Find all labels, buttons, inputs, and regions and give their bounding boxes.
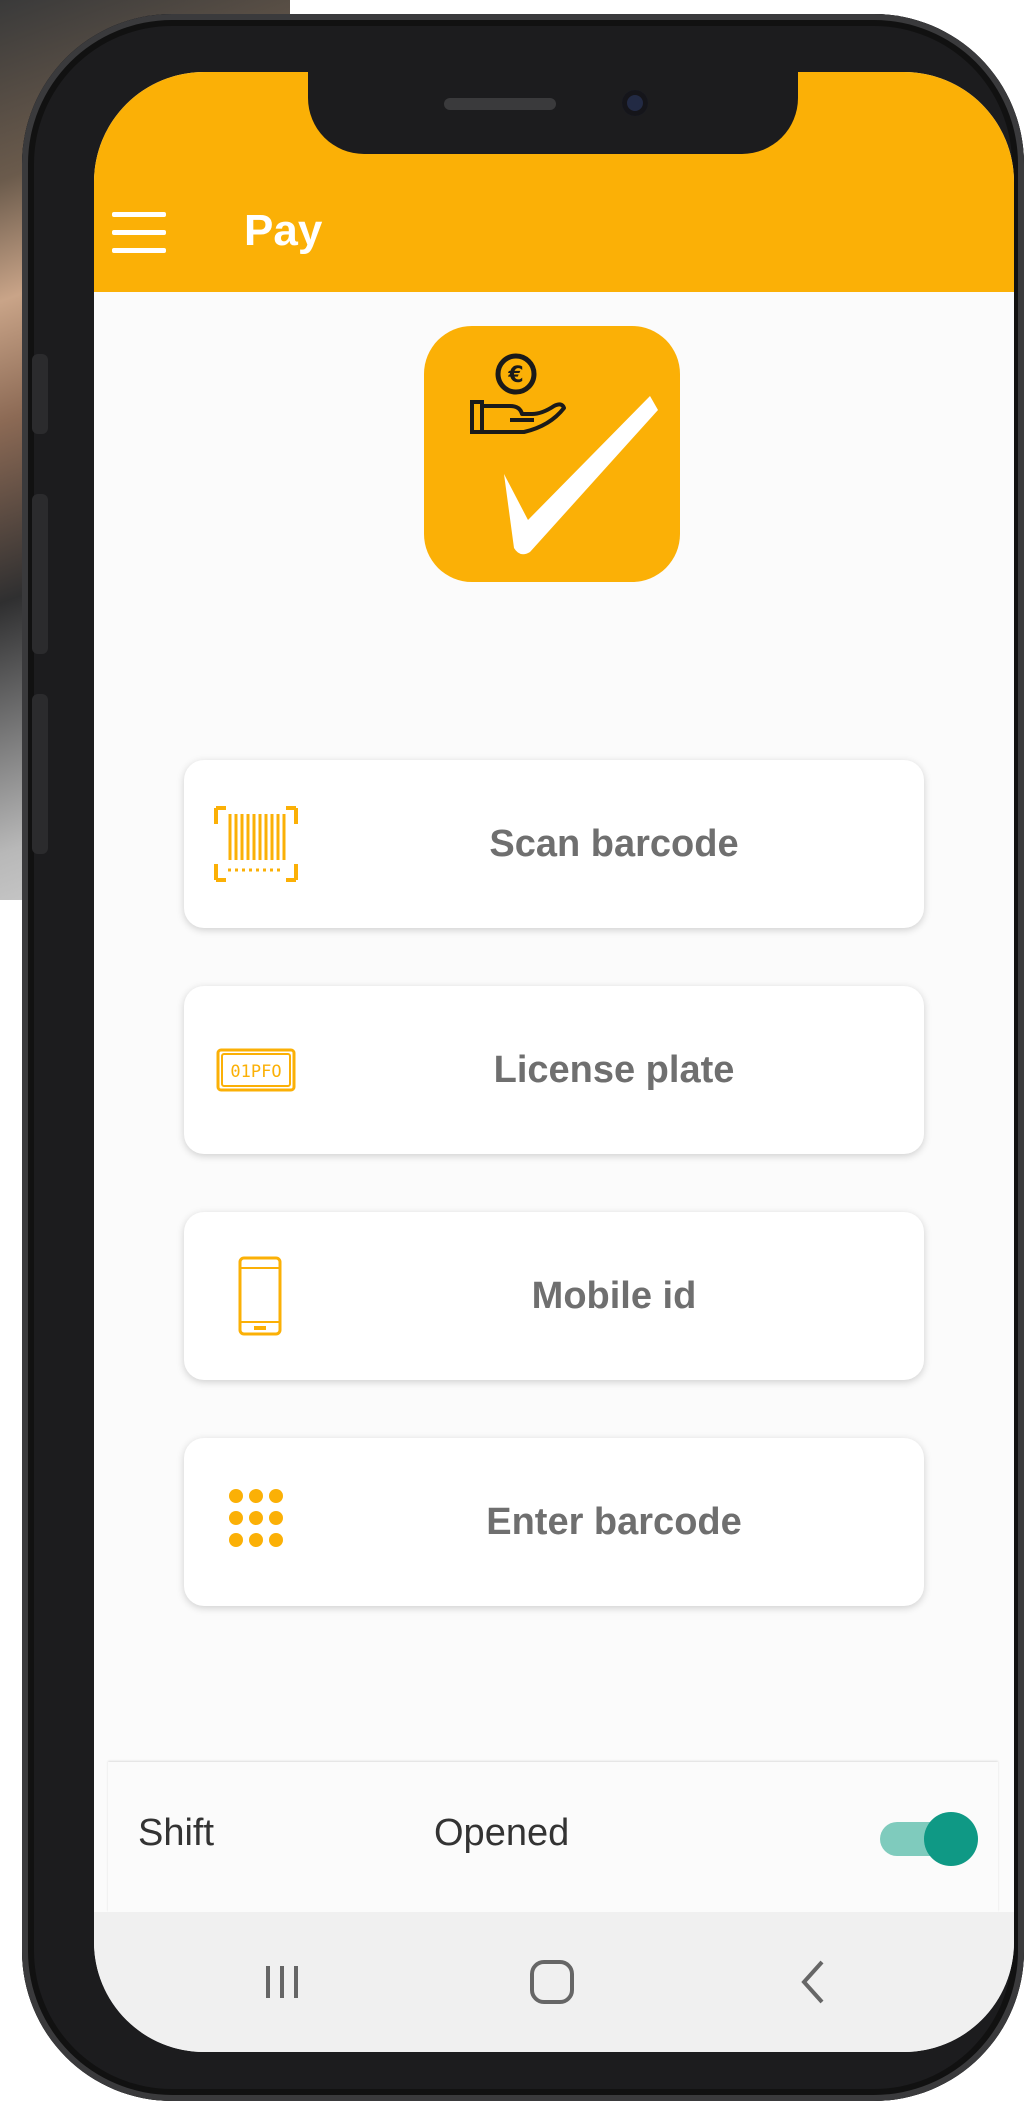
license-plate-text: 01PFO [230, 1062, 281, 1082]
phone-side-button [32, 354, 48, 434]
enter-barcode-button[interactable]: Enter barcode [184, 1438, 924, 1606]
back-button[interactable] [784, 1952, 844, 2012]
mobile-id-label: Mobile id [531, 1275, 697, 1317]
scan-barcode-label: Scan barcode [489, 823, 739, 865]
license-plate-button[interactable]: 01PFO License plate [184, 986, 924, 1154]
toggle-knob [924, 1812, 978, 1866]
license-plate-label: License plate [493, 1049, 735, 1091]
home-button[interactable] [522, 1952, 582, 2012]
shift-toggle[interactable] [880, 1812, 978, 1866]
shift-status: Opened [434, 1812, 570, 1854]
scan-barcode-button[interactable]: Scan barcode [184, 760, 924, 928]
phone-volume-down [32, 694, 48, 854]
recents-button[interactable] [254, 1952, 314, 2012]
app-screen: Pay € Scan barcode 01PFO License plate M… [94, 72, 1014, 2052]
app-logo: € [424, 326, 680, 582]
phone-notch [308, 72, 798, 154]
system-navigation-bar [94, 1912, 1014, 2052]
home-icon [530, 1960, 574, 2004]
shift-label: Shift [138, 1812, 215, 1854]
phone-frame: Pay € Scan barcode 01PFO License plate M… [22, 14, 1024, 2101]
enter-barcode-label: Enter barcode [486, 1501, 742, 1543]
barcode-scan-icon [214, 806, 298, 882]
hamburger-menu-icon[interactable] [112, 212, 168, 256]
shift-status-bar: Shift Opened [108, 1762, 998, 1912]
page-title: Pay [244, 206, 323, 255]
front-camera [622, 90, 648, 116]
svg-text:€: € [507, 363, 523, 388]
license-plate-icon: 01PFO [216, 1048, 296, 1092]
pay-logo-icon: € [470, 353, 658, 555]
recents-icon [266, 1966, 298, 1998]
back-icon [801, 1960, 824, 2004]
mobile-phone-icon [238, 1256, 282, 1336]
phone-volume-up [32, 494, 48, 654]
mobile-id-button[interactable]: Mobile id [184, 1212, 924, 1380]
keypad-icon [229, 1489, 283, 1547]
speaker-grille [444, 98, 556, 110]
